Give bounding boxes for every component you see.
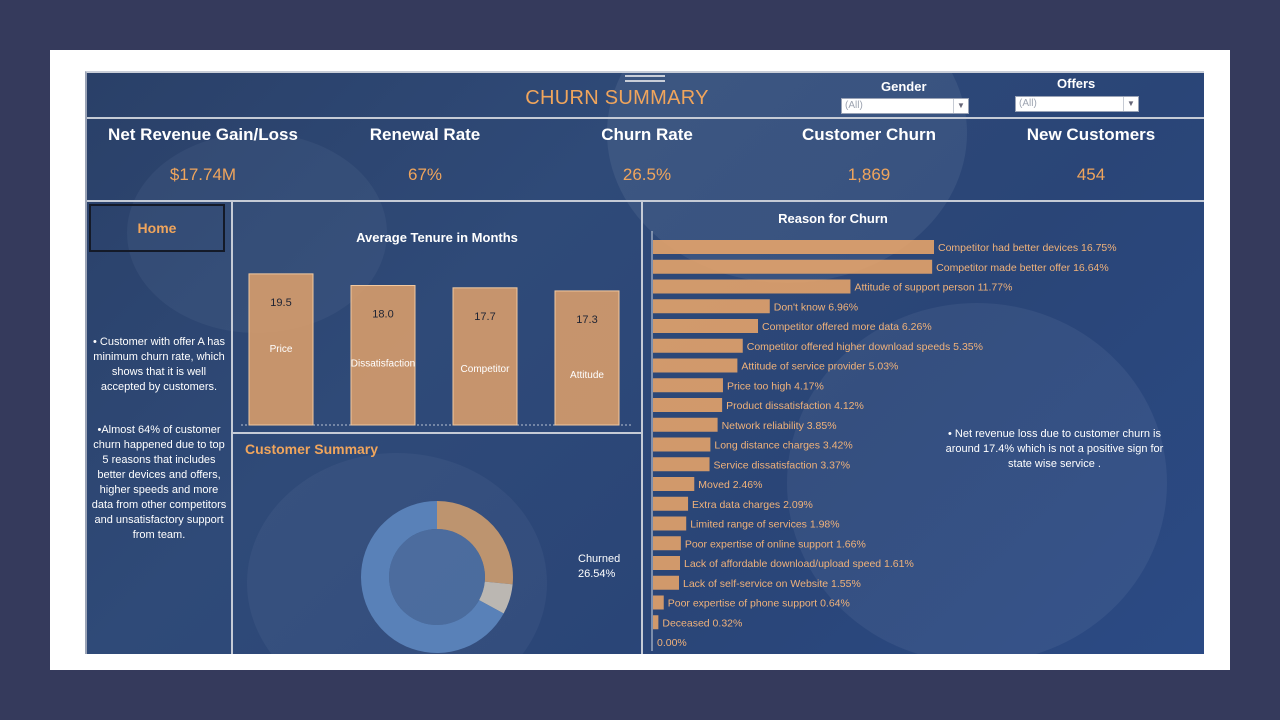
tenure-category-label: Competitor: [461, 364, 511, 375]
reason-label: Product dissatisfaction 4.12%: [726, 400, 864, 412]
donut-hole: [389, 529, 485, 625]
reason-label: Limited range of services 1.98%: [690, 519, 839, 531]
reason-bar[interactable]: [653, 516, 687, 531]
tenure-category-label: Attitude: [570, 370, 604, 381]
kpi-value: 26.5%: [622, 165, 672, 184]
tenure-bar[interactable]: [350, 285, 416, 426]
reason-bar[interactable]: [653, 477, 695, 491]
reason-bar[interactable]: [653, 240, 934, 254]
kpi-value: 67%: [407, 165, 443, 184]
tenure-value-label: 19.5: [270, 297, 291, 309]
kpi-value: 454: [1076, 165, 1106, 184]
chevron-down-icon[interactable]: ▼: [953, 99, 968, 113]
offers-filter-select[interactable]: (All) ▼: [1015, 96, 1139, 112]
reason-label: Competitor offered higher download speed…: [747, 341, 983, 353]
kpi-renewal-rate: Renewal Rate 67%: [314, 125, 536, 185]
reason-label: Long distance charges 3.42%: [714, 440, 852, 452]
reason-label: Competitor had better devices 16.75%: [938, 242, 1117, 254]
chevron-down-icon[interactable]: ▼: [1123, 97, 1138, 111]
donut-value-label: 26.54%: [578, 568, 616, 580]
reason-bar[interactable]: [653, 536, 681, 551]
tenure-bar-chart: 19.5 Price 18.0 Dissatisfaction 17.7 Competit…: [241, 273, 633, 426]
reason-bar[interactable]: [653, 556, 681, 570]
tenure-value-label: 17.7: [474, 311, 495, 323]
reason-bar[interactable]: [653, 358, 738, 373]
reason-label: Moved 2.46%: [698, 479, 762, 491]
kpi-label: Customer Churn: [801, 125, 937, 144]
tenure-category-label: Price: [270, 344, 293, 355]
kpi-label: New Customers: [1026, 125, 1156, 144]
reason-label: Network reliability 3.85%: [722, 420, 837, 432]
tenure-bar[interactable]: [554, 290, 620, 426]
kpi-churn-rate: Churn Rate 26.5%: [536, 125, 758, 185]
reason-bar[interactable]: [653, 496, 689, 511]
reason-label: Extra data charges 2.09%: [692, 499, 813, 511]
reason-bar[interactable]: [653, 259, 933, 274]
reason-label: Competitor made better offer 16.64%: [936, 262, 1109, 274]
reason-chart-title: Reason for Churn: [778, 211, 888, 226]
kpi-net-revenue: Net Revenue Gain/Loss $17.74M: [92, 125, 314, 185]
reason-bar[interactable]: [653, 595, 664, 610]
reason-label: Competitor offered more data 6.26%: [762, 321, 932, 333]
reason-label: Poor expertise of online support 1.66%: [685, 538, 866, 550]
reason-bar[interactable]: [653, 398, 723, 412]
home-button[interactable]: Home: [89, 204, 225, 252]
reason-bar[interactable]: [653, 575, 680, 590]
revenue-loss-note: • Net revenue loss due to customer churn…: [945, 428, 1164, 470]
tenure-value-label: 18.0: [372, 309, 393, 321]
drag-handle-icon[interactable]: [625, 75, 665, 82]
customer-summary-donut-chart: Churned26.54%Joined6.45%Stayed67.02%: [361, 501, 620, 653]
offers-filter-label: Offers: [1057, 76, 1096, 91]
dashboard-canvas: CHURN SUMMARY Gender (All) ▼ Offers (All…: [85, 71, 1204, 654]
reason-bar[interactable]: [653, 299, 770, 314]
reason-bar[interactable]: [653, 279, 851, 294]
page-title: CHURN SUMMARY: [525, 87, 709, 109]
tenure-chart-title: Average Tenure in Months: [356, 230, 518, 245]
reason-bar[interactable]: [653, 615, 659, 630]
reason-label: 0.00%: [657, 637, 687, 649]
kpi-value: 1,869: [847, 165, 891, 184]
tenure-value-label: 17.3: [576, 314, 597, 326]
kpi-label: Churn Rate: [601, 125, 693, 144]
insight-note-offers: • Customer with offer A has minimum chur…: [92, 336, 226, 393]
reason-label: Poor expertise of phone support 0.64%: [668, 598, 850, 610]
kpi-value: $17.74M: [169, 165, 237, 184]
gender-filter-label: Gender: [881, 79, 927, 94]
kpi-label: Renewal Rate: [369, 125, 481, 144]
donut-category-label: Churned: [578, 553, 620, 565]
reason-bar[interactable]: [653, 378, 723, 393]
reason-label: Attitude of service provider 5.03%: [741, 361, 898, 373]
reason-label: Lack of self-service on Website 1.55%: [683, 578, 861, 590]
tenure-bar[interactable]: [452, 287, 518, 426]
reason-label: Service dissatisfaction 3.37%: [714, 459, 851, 471]
insight-note-reasons: •Almost 64% of customer churn happened d…: [91, 424, 227, 541]
kpi-label: Net Revenue Gain/Loss: [108, 125, 298, 144]
gender-filter-select[interactable]: (All) ▼: [841, 98, 969, 114]
reason-label: Deceased 0.32%: [662, 617, 742, 629]
reason-bar[interactable]: [653, 457, 710, 472]
reason-label: Lack of affordable download/upload speed…: [684, 558, 914, 570]
reason-bar[interactable]: [653, 319, 759, 333]
reason-bar[interactable]: [653, 338, 743, 353]
kpi-new-customers: New Customers 454: [980, 125, 1202, 185]
reason-bar[interactable]: [653, 437, 711, 452]
reason-bar[interactable]: [653, 417, 718, 432]
reason-label: Price too high 4.17%: [727, 380, 824, 392]
kpi-customer-churn: Customer Churn 1,869: [758, 125, 980, 185]
tenure-category-label: Dissatisfaction: [351, 359, 415, 370]
reason-label: Don't know 6.96%: [774, 301, 858, 313]
reason-label: Attitude of support person 11.77%: [854, 282, 1012, 294]
